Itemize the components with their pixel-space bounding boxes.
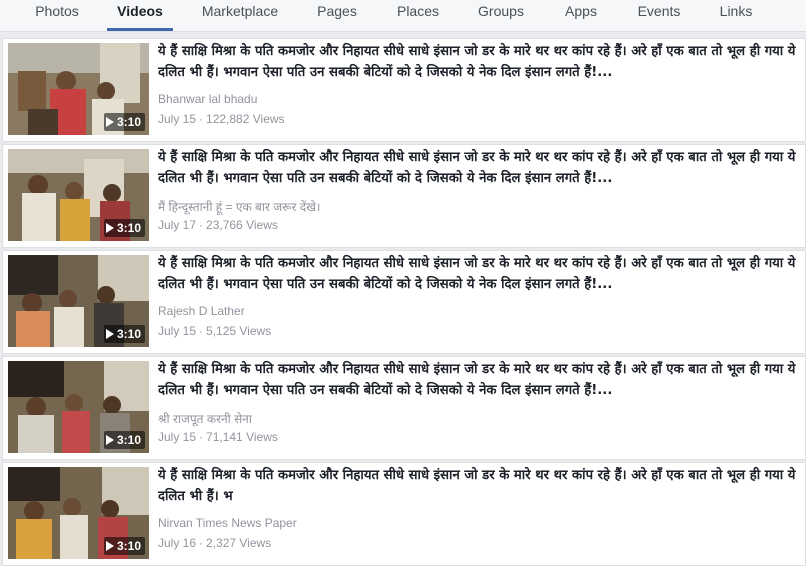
video-date: July 15 [158, 430, 197, 444]
video-title[interactable]: ये हैं साक्षि मिश्रा के पति कमजोर और निह… [158, 41, 798, 85]
video-duration: 3:10 [103, 219, 145, 237]
play-icon [105, 435, 114, 445]
tab-places[interactable]: Places [394, 0, 442, 31]
video-meta: July 17 · 23,766 Views [158, 218, 278, 232]
video-duration: 3:10 [103, 537, 145, 555]
video-result-item[interactable]: 3:10 ये हैं साक्षि मिश्रा के पति कमजोर औ… [2, 144, 806, 248]
video-meta: July 15 · 71,141 Views [158, 430, 278, 444]
video-meta: July 15 · 5,125 Views [158, 324, 272, 338]
video-thumbnail[interactable]: 3:10 [8, 255, 149, 347]
video-date: July 15 [158, 112, 197, 126]
video-thumbnail[interactable]: 3:10 [8, 149, 149, 241]
video-duration: 3:10 [103, 325, 145, 343]
video-thumbnail[interactable]: 3:10 [8, 361, 149, 453]
video-thumbnail[interactable]: 3:10 [8, 467, 149, 559]
tab-pages[interactable]: Pages [314, 0, 360, 31]
video-views: 2,327 Views [206, 536, 272, 550]
video-result-item[interactable]: 3:10 ये हैं साक्षि मिश्रा के पति कमजोर औ… [2, 462, 806, 566]
video-date: July 17 [158, 218, 197, 232]
video-views: 71,141 Views [206, 430, 278, 444]
video-duration: 3:10 [103, 431, 145, 449]
video-result-item[interactable]: 3:10 ये हैं साक्षि मिश्रा के पति कमजोर औ… [2, 38, 806, 142]
play-icon [105, 541, 114, 551]
video-views: 5,125 Views [206, 324, 272, 338]
video-title[interactable]: ये हैं साक्षि मिश्रा के पति कमजोर और निह… [158, 147, 798, 191]
video-author[interactable]: Nirvan Times News Paper [158, 516, 778, 530]
play-icon [105, 329, 114, 339]
video-thumbnail[interactable]: 3:10 [8, 43, 149, 135]
video-result-item[interactable]: 3:10 ये हैं साक्षि मिश्रा के पति कमजोर औ… [2, 356, 806, 460]
video-meta: July 16 · 2,327 Views [158, 536, 272, 550]
tab-apps[interactable]: Apps [562, 0, 600, 31]
video-result-item[interactable]: 3:10 ये हैं साक्षि मिश्रा के पति कमजोर औ… [2, 250, 806, 354]
video-title[interactable]: ये हैं साक्षि मिश्रा के पति कमजोर और निह… [158, 359, 798, 403]
video-author[interactable]: मैं हिन्दूस्तानी हूं = एक बार जरूर देंखे… [158, 198, 778, 215]
tab-photos[interactable]: Photos [34, 0, 80, 31]
search-filter-tabs: Photos Videos Marketplace Pages Places G… [0, 0, 806, 32]
tab-events[interactable]: Events [634, 0, 684, 31]
video-author[interactable]: Rajesh D Lather [158, 304, 778, 318]
video-title[interactable]: ये हैं साक्षि मिश्रा के पति कमजोर और निह… [158, 465, 798, 509]
video-title[interactable]: ये हैं साक्षि मिश्रा के पति कमजोर और निह… [158, 253, 798, 297]
video-author[interactable]: श्री राजपूत करनी सेना [158, 410, 778, 427]
play-icon [105, 223, 114, 233]
tab-marketplace[interactable]: Marketplace [200, 0, 280, 31]
video-meta: July 15 · 122,882 Views [158, 112, 285, 126]
video-views: 122,882 Views [206, 112, 285, 126]
video-duration: 3:10 [103, 113, 145, 131]
video-views: 23,766 Views [206, 218, 278, 232]
tab-links[interactable]: Links [716, 0, 756, 31]
video-date: July 15 [158, 324, 197, 338]
tab-groups[interactable]: Groups [476, 0, 526, 31]
video-date: July 16 [158, 536, 197, 550]
tab-videos[interactable]: Videos [107, 0, 173, 31]
video-author[interactable]: Bhanwar lal bhadu [158, 92, 778, 106]
play-icon [105, 117, 114, 127]
